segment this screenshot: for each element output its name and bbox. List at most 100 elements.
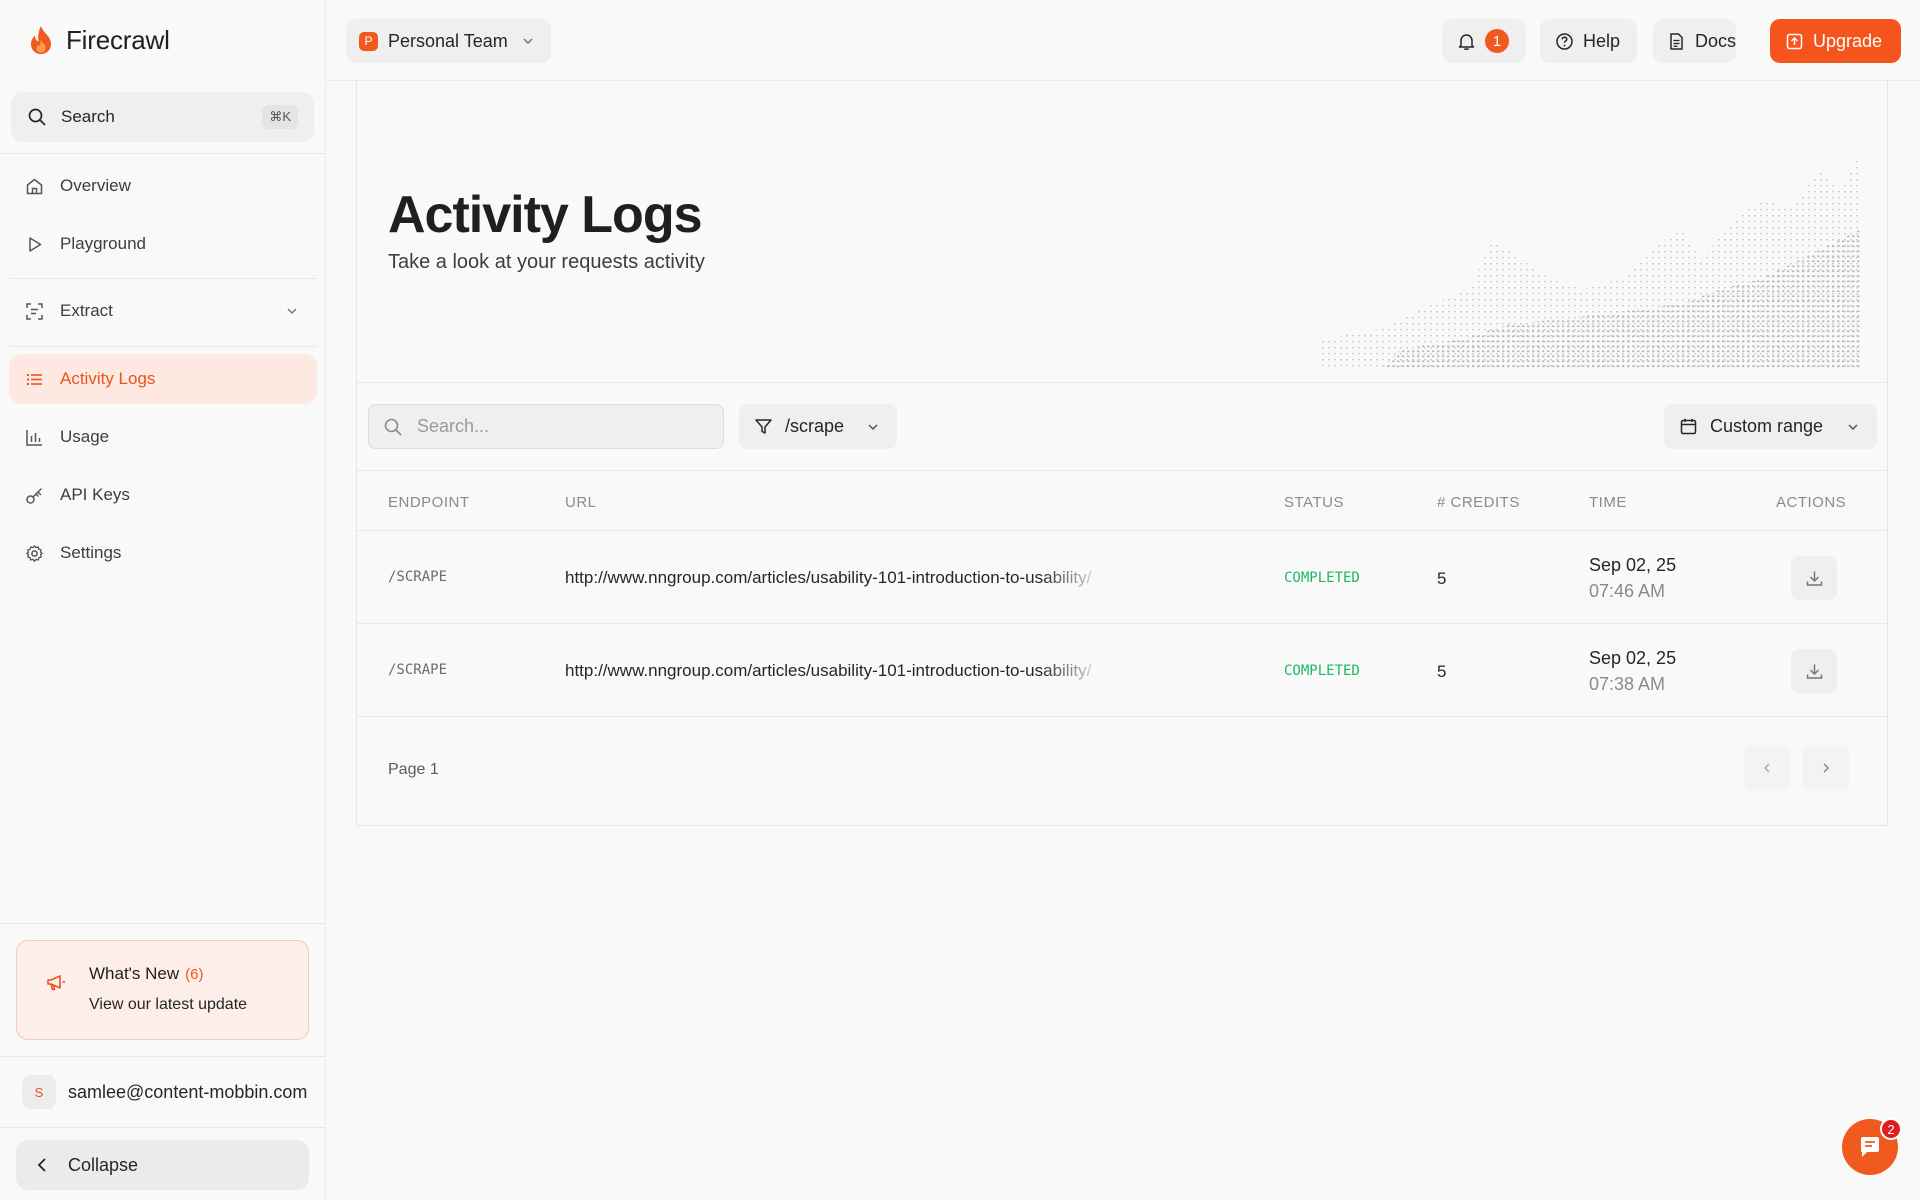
search-icon (27, 107, 47, 127)
logs-search[interactable] (368, 404, 724, 449)
download-button[interactable] (1791, 556, 1837, 600)
help-label: Help (1583, 30, 1621, 51)
divider (0, 1127, 326, 1128)
chat-icon (1861, 1137, 1879, 1157)
divider (9, 278, 317, 279)
column-header-url: URL (565, 494, 597, 511)
column-header-actions: ACTIONS (1776, 494, 1847, 511)
whats-new-title: What's New (6) (89, 964, 204, 984)
bar-chart-icon (24, 427, 44, 447)
sidebar-search-label: Search (61, 107, 115, 126)
notification-count: 1 (1485, 29, 1509, 53)
key-icon (24, 485, 44, 505)
chevron-left-icon (32, 1155, 52, 1175)
download-icon (1806, 571, 1822, 586)
pagination: Page 1 (357, 715, 1887, 825)
next-page-button[interactable] (1803, 745, 1849, 791)
sidebar-item-label: Overview (60, 176, 131, 195)
account-email: samlee@content-mobbin.com (68, 1081, 308, 1102)
logs-search-input[interactable] (417, 416, 709, 437)
sidebar-item-label: Activity Logs (60, 369, 156, 388)
row-time: 07:46 AM (1589, 581, 1666, 601)
date-range-value: Custom range (1710, 416, 1824, 436)
column-header-status: STATUS (1284, 494, 1344, 511)
sidebar-item-overview[interactable]: Overview (9, 161, 317, 211)
docs-button[interactable]: Docs (1653, 19, 1736, 63)
table-header: ENDPOINT URL STATUS # CREDITS TIME ACTIO… (357, 471, 1887, 531)
chevron-right-icon (1823, 763, 1830, 773)
search-icon (383, 417, 403, 437)
topbar: P Personal Team 1 Help Docs Upgrade (327, 0, 1920, 81)
table-row[interactable]: /SCRAPE http://www.nngroup.com/articles/… (357, 532, 1887, 624)
table-row[interactable]: /SCRAPE http://www.nngroup.com/articles/… (357, 625, 1887, 717)
team-switcher[interactable]: P Personal Team (346, 19, 551, 63)
row-credits: 5 (1437, 569, 1447, 588)
page-indicator: Page 1 (388, 761, 439, 778)
sidebar-item-playground[interactable]: Playground (9, 219, 317, 269)
chevron-down-icon (863, 417, 883, 437)
sidebar-item-label: Usage (60, 427, 110, 446)
help-button[interactable]: Help (1540, 19, 1637, 63)
chevron-down-icon (1843, 417, 1863, 437)
row-status: COMPLETED (1284, 570, 1360, 586)
collapse-label: Collapse (68, 1154, 139, 1175)
play-icon (24, 234, 44, 254)
filter-icon (753, 417, 773, 437)
whats-new-label: What's New (89, 964, 180, 983)
whats-new-subtitle: View our latest update (89, 996, 248, 1013)
team-name: Personal Team (388, 30, 508, 51)
endpoint-filter[interactable]: /scrape (739, 404, 897, 449)
upgrade-icon (1784, 31, 1804, 51)
filter-bar: /scrape Custom range (357, 383, 1887, 471)
sidebar-item-label: Extract (60, 301, 113, 320)
brand[interactable]: Firecrawl (28, 22, 170, 58)
chevron-down-icon (518, 31, 538, 51)
column-header-endpoint: ENDPOINT (388, 494, 470, 511)
row-time: 07:38 AM (1589, 674, 1666, 694)
docs-label: Docs (1695, 30, 1737, 51)
divider (9, 346, 317, 347)
row-url: http://www.nngroup.com/articles/usabilit… (565, 661, 1092, 680)
column-header-time: TIME (1589, 494, 1627, 511)
calendar-icon (1678, 417, 1698, 437)
row-date: Sep 02, 25 (1589, 555, 1677, 575)
endpoint-filter-value: /scrape (785, 416, 845, 436)
column-header-credits: # CREDITS (1437, 494, 1520, 511)
page-title: Activity Logs (388, 186, 702, 244)
bell-icon (1456, 31, 1476, 51)
sidebar-item-usage[interactable]: Usage (9, 412, 317, 462)
download-button[interactable] (1791, 649, 1837, 693)
chevron-down-icon (282, 301, 302, 321)
account-menu[interactable]: S samlee@content-mobbin.com (22, 1073, 318, 1111)
collapse-button[interactable]: Collapse (16, 1140, 309, 1190)
list-icon (24, 369, 44, 389)
extract-icon (24, 301, 44, 321)
sidebar-item-api-keys[interactable]: API Keys (9, 470, 317, 520)
sidebar-search[interactable]: Search ⌘K (11, 92, 314, 142)
divider (0, 923, 326, 924)
date-range-picker[interactable]: Custom range (1664, 404, 1877, 449)
download-icon (1806, 664, 1822, 679)
row-url: http://www.nngroup.com/articles/usabilit… (565, 568, 1092, 587)
chat-unread-badge: 2 (1880, 1118, 1902, 1140)
sidebar-item-extract[interactable]: Extract (9, 286, 317, 336)
row-credits: 5 (1437, 662, 1447, 681)
team-badge: P (359, 31, 378, 51)
sidebar-item-settings[interactable]: Settings (9, 528, 317, 578)
sidebar-item-label: API Keys (60, 485, 130, 504)
sidebar-item-activity-logs[interactable]: Activity Logs (9, 354, 317, 404)
upgrade-button[interactable]: Upgrade (1770, 19, 1901, 63)
ascii-art-decoration (1321, 149, 1861, 369)
whats-new-count: (6) (185, 966, 204, 983)
notifications-button[interactable]: 1 (1442, 19, 1526, 63)
previous-page-button[interactable] (1744, 745, 1790, 791)
page-header: Activity Logs Take a look at your reques… (357, 81, 1887, 383)
divider (0, 1056, 326, 1057)
gear-icon (24, 543, 44, 563)
home-icon (24, 176, 44, 196)
row-endpoint: /SCRAPE (388, 569, 448, 585)
whats-new-card[interactable]: What's New (6) View our latest update (16, 940, 309, 1040)
sidebar-item-label: Settings (60, 543, 122, 562)
search-shortcut: ⌘K (262, 105, 298, 129)
megaphone-icon (45, 971, 67, 993)
